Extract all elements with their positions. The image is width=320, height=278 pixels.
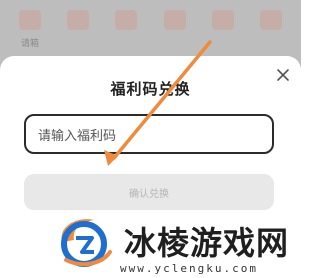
background-menu-item xyxy=(247,4,295,58)
background-menu-item xyxy=(54,4,102,58)
site-watermark: 冰棱游戏网 www.yclengku.com xyxy=(0,208,301,278)
site-url: www.yclengku.com xyxy=(120,262,258,275)
close-icon xyxy=(277,69,289,81)
confirm-redeem-button[interactable]: 确认兑换 xyxy=(24,174,274,210)
close-button[interactable] xyxy=(272,64,294,86)
background-menu-item xyxy=(151,4,199,58)
menu-item-icon xyxy=(259,10,282,30)
menu-item-icon xyxy=(19,10,41,30)
redeem-code-input[interactable]: 请输入福利码 xyxy=(24,114,274,154)
background-menu-item xyxy=(199,4,247,58)
background-menu-grid: 请箱 xyxy=(6,4,295,58)
input-placeholder: 请输入福利码 xyxy=(38,128,117,144)
site-logo-icon xyxy=(61,219,112,267)
menu-item-label: 请箱 xyxy=(20,39,39,49)
menu-item-icon xyxy=(67,10,90,30)
site-name: 冰棱游戏网 xyxy=(124,224,290,262)
menu-item-icon xyxy=(115,10,138,30)
menu-item-icon xyxy=(163,10,186,30)
dialog-title: 福利码兑换 xyxy=(110,80,191,98)
background-menu-item xyxy=(102,4,150,58)
background-menu-item: 请箱 xyxy=(6,4,54,58)
menu-item-icon xyxy=(211,10,234,30)
